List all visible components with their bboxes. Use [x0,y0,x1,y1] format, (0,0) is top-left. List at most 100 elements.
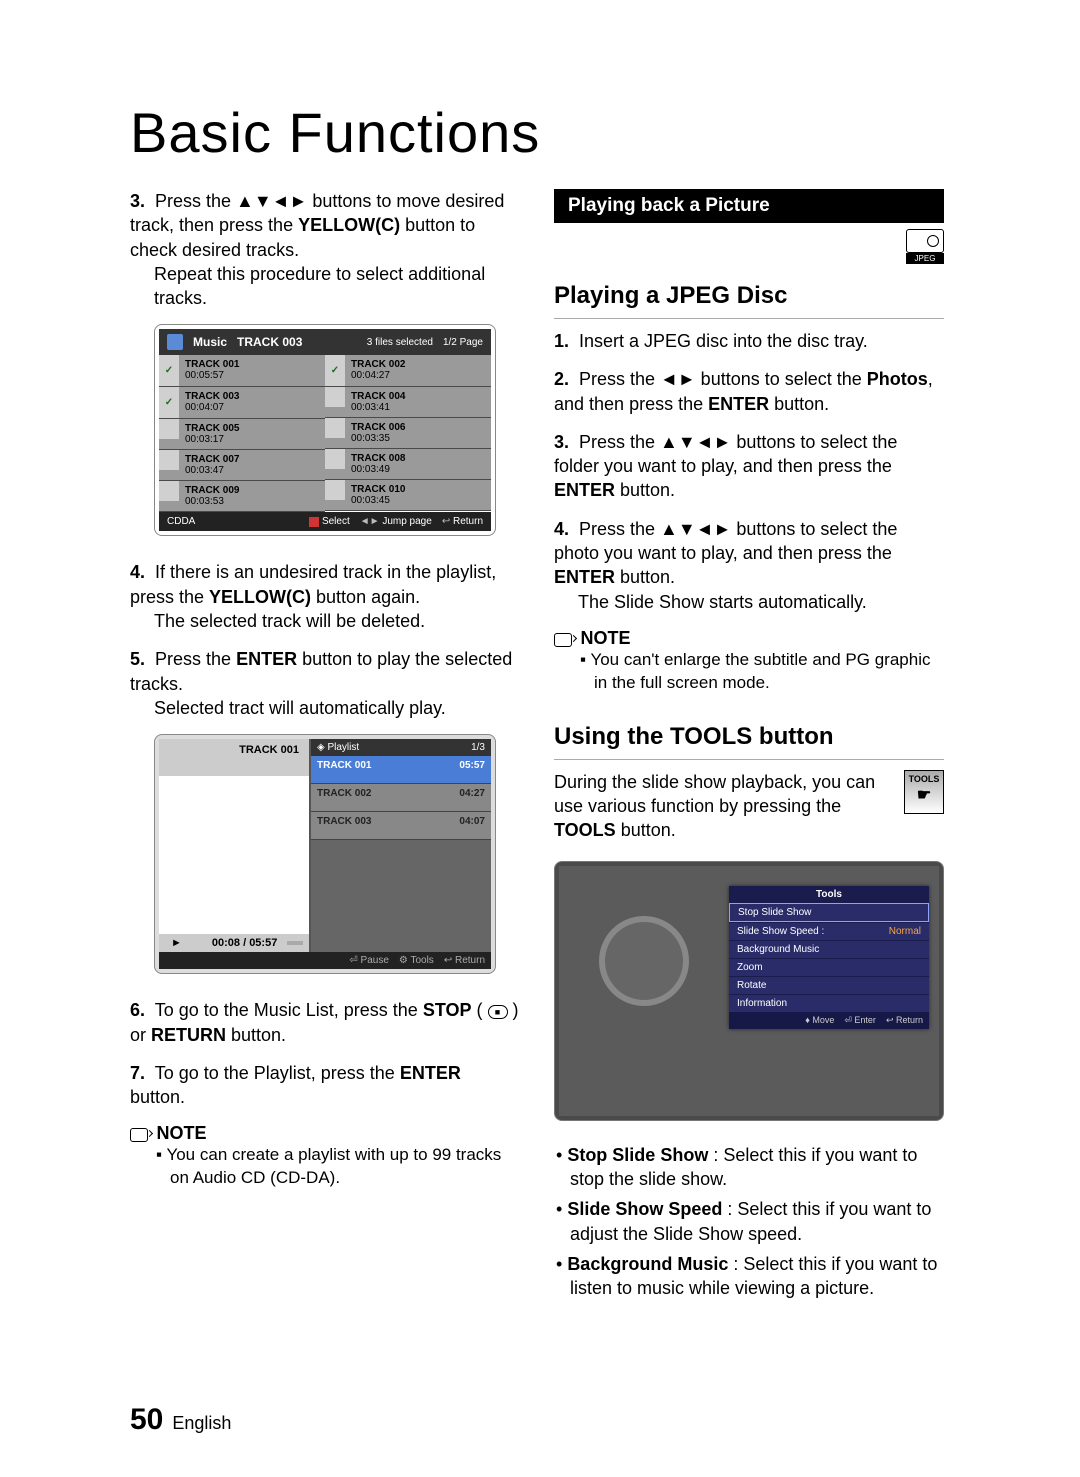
text: To go to the Playlist, press the [155,1063,400,1083]
time-progress: 00:08 / 05:57 [212,937,277,949]
stop-icon: ■ [488,1005,508,1019]
section-bar: Playing back a Picture [554,189,944,223]
music-footer: CDDA Select ◄► Jump page ↩ Return [159,512,491,531]
step-4: 4. If there is an undesired track in the… [130,560,520,633]
label: Zoom [737,962,763,973]
slideshow-screenshot: Tools Stop Slide Show Slide Show Speed :… [554,861,944,1121]
track-name: TRACK 006 [351,422,405,433]
no-check [159,450,179,470]
value: Normal [889,926,921,937]
no-check [325,418,345,438]
text: Press the ▲▼◄► buttons to select the fol… [554,432,897,476]
c-button-icon [309,517,319,527]
playlist-screenshot: TRACK 001 ► 00:08 / 05:57 ◈ Playlist 1/3… [154,734,496,974]
track-time: 00:03:17 [185,434,224,445]
step-num: 7. [130,1061,150,1085]
text: or [130,1025,151,1045]
playlist-page: 1/3 [471,742,485,753]
divider [554,759,944,760]
current-track: TRACK 003 [237,335,302,349]
text: ENTER [236,649,297,669]
step-num: 5. [130,647,150,671]
track-name: TRACK 003 [185,391,239,402]
track-row: TRACK 00700:03:47 [159,450,325,481]
text: YELLOW(C) [209,587,311,607]
label: Slide Show Speed : [737,926,824,937]
text: Insert a JPEG disc into the disc tray. [579,331,868,351]
track-row: TRACK 00800:03:49 [325,449,491,480]
play-icon: ► [171,937,182,949]
text: button. [615,480,675,500]
text: TOOLS [554,820,616,840]
check-icon: ✓ [159,355,179,386]
text: ENTER [708,394,769,414]
track-grid: ✓TRACK 00100:05:57 ✓TRACK 00300:04:07 TR… [159,355,491,512]
track-name: TRACK 002 [351,359,405,370]
track-row: ✓ TRACK 00200:04:27 [325,355,491,387]
text: You can create a playlist with up to 99 … [166,1145,501,1187]
step-3: 3. Press the ▲▼◄► buttons to move desire… [130,189,520,310]
step-6: 6. To go to the Music List, press the ST… [130,998,520,1047]
check-icon: ✓ [159,387,179,418]
step-num: 3. [554,430,574,454]
text: To go to the Music List, press the [155,1000,423,1020]
step-num: 3. [130,189,150,213]
tools-panel-footer: ♦ Move ⏎ Enter ↩ Return [729,1012,929,1029]
r-step-4: 4. Press the ▲▼◄► buttons to select the … [554,517,944,614]
label: Stop Slide Show [738,907,811,918]
disc-type: CDDA [167,516,195,527]
track-name: TRACK 003 [317,816,371,827]
jpeg-badge: JPEG [906,229,944,264]
music-label: Music [193,335,227,349]
enter-label: Enter [854,1015,876,1025]
tools-panel-header: Tools [729,886,929,903]
check-icon: ✓ [325,355,345,386]
note-label: NOTE [156,1123,206,1143]
text: The Slide Show starts automatically. [578,590,944,614]
label: Background Music [737,944,819,955]
step-num: 4. [130,560,150,584]
text: Photos [867,369,928,389]
track-time: 00:03:35 [351,433,390,444]
divider [554,318,944,319]
page-footer: 50 English [130,1403,231,1437]
text: RETURN [151,1025,226,1045]
tools-button-icon: TOOLS☛ [904,770,944,814]
track-row: TRACK 00400:03:41 [325,387,491,418]
now-playing-label: TRACK 001 [159,739,309,776]
text: Press the ◄► buttons to select the [579,369,867,389]
right-column: Playing back a Picture JPEG Playing a JP… [554,189,944,1307]
step-num: 1. [554,329,574,353]
track-name: TRACK 009 [185,485,239,496]
label: Rotate [737,980,766,991]
files-selected: 3 files selected [367,337,433,348]
note-icon [554,633,572,647]
flower-photo [599,916,689,1006]
text: You can't enlarge the subtitle and PG gr… [590,650,930,692]
no-check [159,481,179,501]
track-time: 00:03:47 [185,465,224,476]
text: During the slide show playback, you can … [554,772,875,816]
playlist-row: TRACK 00105:57 [311,756,491,784]
track-name: TRACK 002 [317,788,371,799]
return-label: Return [453,516,483,527]
track-time: 00:04:27 [351,370,390,381]
page-title: Basic Functions [130,100,970,165]
bullet-stop: • Stop Slide Show : Select this if you w… [570,1143,944,1192]
note-text: ▪ You can't enlarge the subtitle and PG … [594,649,944,695]
text: button. [226,1025,286,1045]
language-label: English [172,1413,231,1433]
text: YELLOW(C) [298,215,400,235]
playlist-row: TRACK 00304:07 [311,812,491,840]
return-label: Return [896,1015,923,1025]
badge-label: JPEG [906,253,944,264]
track-name: TRACK 001 [317,760,371,771]
pause-label: Pause [361,955,389,966]
track-row: TRACK 01000:03:45 [325,480,491,511]
jump-label: Jump page [382,516,431,527]
track-time: 00:03:41 [351,402,390,413]
tools-row: Slide Show Speed : Normal [729,922,929,940]
step-num: 6. [130,998,150,1022]
subheading-tools: Using the TOOLS button [554,723,944,755]
track-row: TRACK 00900:03:53 [159,481,325,512]
